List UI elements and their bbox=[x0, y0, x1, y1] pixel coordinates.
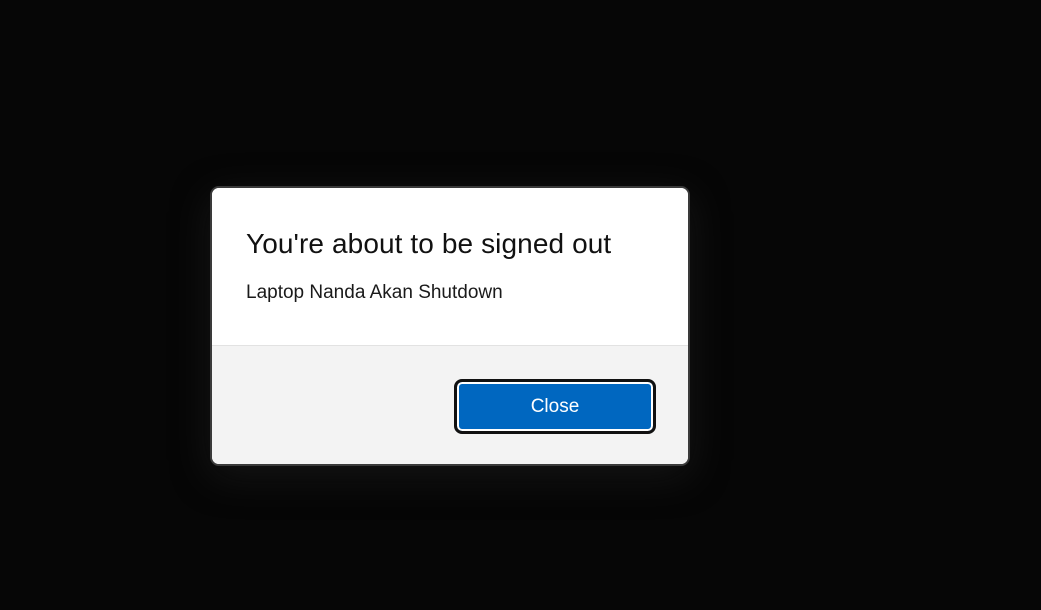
close-button[interactable]: Close bbox=[454, 379, 656, 434]
dialog-content: You're about to be signed out Laptop Nan… bbox=[212, 188, 688, 346]
dialog-title: You're about to be signed out bbox=[246, 228, 612, 259]
dialog-footer: Close bbox=[212, 346, 688, 464]
desktop-background: You're about to be signed out Laptop Nan… bbox=[0, 0, 1041, 610]
sign-out-dialog: You're about to be signed out Laptop Nan… bbox=[210, 186, 690, 466]
dialog-message: Laptop Nanda Akan Shutdown bbox=[246, 282, 503, 303]
